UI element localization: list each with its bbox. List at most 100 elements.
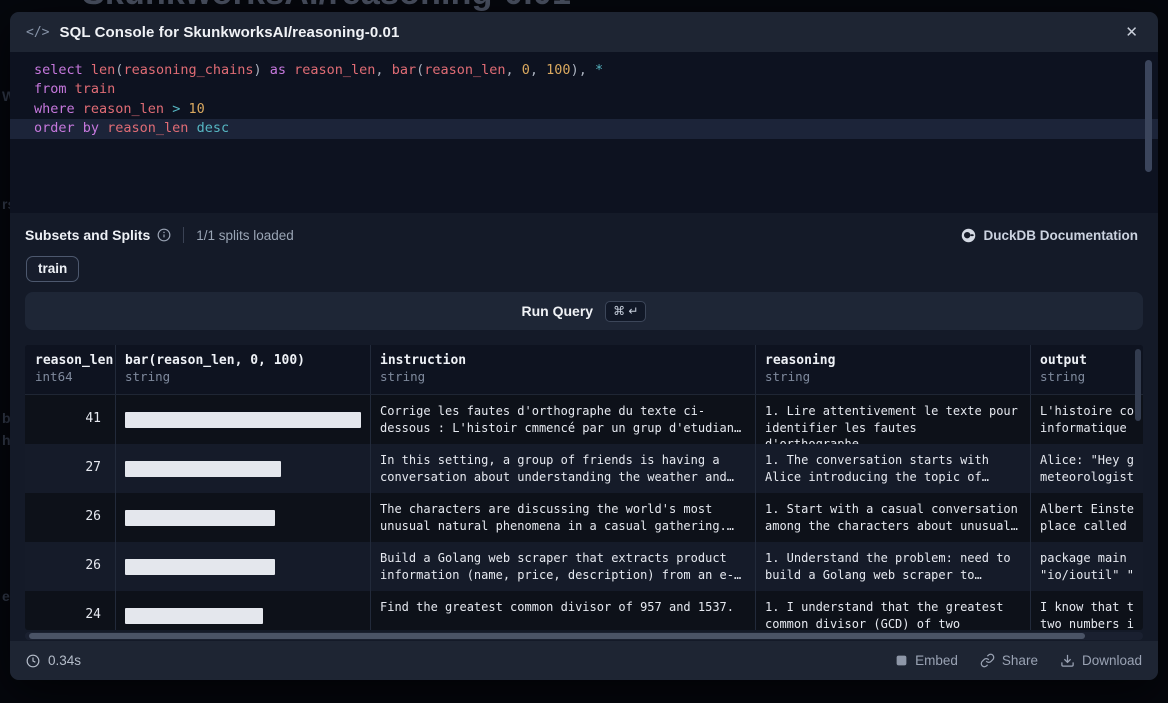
share-label: Share [1002,653,1038,668]
duckdb-icon [961,228,976,243]
bar-rect [125,412,361,428]
sql-token: reason_len [83,101,172,117]
table-row: 26 Build a Golang web scraper that extrac… [25,542,1143,591]
table-body: 41 Corrige les fautes d'orthographe du te… [25,395,1143,630]
horizontal-scrollbar-thumb[interactable] [29,633,1085,639]
sql-editor-lines[interactable]: select len(reasoning_chains) as reason_l… [10,52,1158,139]
sql-editor[interactable]: select len(reasoning_chains) as reason_l… [10,52,1158,213]
column-type: string [765,369,1030,384]
table-header-row: reason_lenint64bar(reason_len, 0, 100)st… [25,345,1143,395]
table-horizontal-scrollbar[interactable] [25,632,1143,640]
run-query-label: Run Query [522,303,594,319]
column-header-reasoning: reasoningstring [755,345,1030,394]
download-icon [1060,653,1075,668]
cell-reasoning: 1. Lire attentivement le texte pour iden… [755,395,1030,444]
shortcut-badge: ⌘ ↵ [605,301,646,322]
download-button[interactable]: Download [1060,653,1142,668]
sql-token: select [34,62,91,78]
cell-output: package main "io/ioutil" " [1030,542,1143,591]
cell-reason-len: 26 [25,542,115,591]
table-row: 41 Corrige les fautes d'orthographe du te… [25,395,1143,444]
table-row: 27In this setting, a group of friends is… [25,444,1143,493]
column-header-instruction: instructionstring [370,345,755,394]
column-name: instruction [380,353,755,368]
subsets-and-splits-row: Subsets and Splits 1/1 splits loaded Duc… [25,224,1138,246]
column-type: string [1040,369,1143,384]
cell-output: Alice: "Hey g meteorologist [1030,444,1143,493]
duration-value: 0.34s [48,653,81,668]
sql-token: * [595,62,603,78]
modal-footer: 0.34s Embed Share Down [10,641,1158,680]
cell-reasoning: 1. I understand that the greatest common… [755,591,1030,630]
embed-button[interactable]: Embed [895,653,958,668]
cell-reason-len: 41 [25,395,115,444]
column-type: string [380,369,755,384]
info-icon[interactable] [157,228,171,242]
cell-instruction: Corrige les fautes d'orthographe du text… [370,395,755,444]
sql-token: , [375,62,391,78]
cell-bar [115,542,370,591]
sql-line[interactable]: from train [10,80,1158,99]
sql-token: reason_len [107,120,196,136]
sql-token: reason_len [424,62,505,78]
cell-instruction: Build a Golang web scraper that extracts… [370,542,755,591]
column-name: reasoning [765,353,1030,368]
column-header-output: outputstring [1030,345,1143,394]
subsets-title: Subsets and Splits [25,227,150,243]
background-text-fragment: e [2,588,10,604]
column-header-bar-reason-len-0-100-: bar(reason_len, 0, 100)string [115,345,370,394]
sql-token: desc [197,120,230,136]
embed-icon [895,654,908,667]
close-icon[interactable]: ✕ [1121,21,1142,43]
sql-token: ), [571,62,595,78]
cell-instruction: Find the greatest common divisor of 957 … [370,591,755,630]
table-row: 26The characters are discussing the worl… [25,493,1143,542]
sql-token: from [34,81,75,97]
sql-token: bar [392,62,416,78]
cell-bar [115,395,370,444]
sql-token: where [34,101,83,117]
query-duration: 0.34s [26,653,81,668]
link-icon [980,653,995,668]
sql-token: ( [416,62,424,78]
column-name: output [1040,353,1143,368]
duckdb-documentation-link[interactable]: DuckDB Documentation [961,228,1138,243]
modal-title: SQL Console for SkunkworksAI/reasoning-0… [59,24,399,41]
column-name: reason_len [35,353,115,368]
column-header-reason-len: reason_lenint64 [25,345,115,394]
sql-token: 10 [188,101,204,117]
cell-reasoning: 1. The conversation starts with Alice in… [755,444,1030,493]
editor-scrollbar[interactable] [1145,60,1152,172]
footer-actions: Embed Share Download [895,653,1142,668]
cell-output: Albert Einste place called [1030,493,1143,542]
sql-line[interactable]: where reason_len > 10 [10,100,1158,119]
cell-bar [115,591,370,630]
sql-token: order by [34,120,107,136]
sql-line[interactable]: select len(reasoning_chains) as reason_l… [10,61,1158,80]
table-row: 24Find the greatest common divisor of 95… [25,591,1143,630]
bar-rect [125,559,275,575]
code-icon: </> [26,25,49,40]
clock-icon [26,654,40,668]
sql-token: > [172,101,188,117]
split-chip-train[interactable]: train [26,256,79,282]
sql-token: reasoning_chains [123,62,253,78]
cell-bar [115,493,370,542]
share-button[interactable]: Share [980,653,1038,668]
column-type: string [125,369,370,384]
sql-token: 0 [522,62,530,78]
embed-label: Embed [915,653,958,668]
cell-reason-len: 26 [25,493,115,542]
sql-token: 100 [546,62,570,78]
sql-line[interactable]: order by reason_len desc [10,119,1158,138]
table-vertical-scrollbar[interactable] [1135,349,1141,421]
sql-token: as [270,62,294,78]
cell-output: I know that t two numbers i [1030,591,1143,630]
results-table: reason_lenint64bar(reason_len, 0, 100)st… [25,345,1143,630]
cell-reasoning: 1. Understand the problem: need to build… [755,542,1030,591]
bar-rect [125,510,275,526]
sql-console-modal: </> SQL Console for SkunkworksAI/reasoni… [10,12,1158,680]
run-query-button[interactable]: Run Query ⌘ ↵ [25,292,1143,330]
sql-token: reason_len [294,62,375,78]
cell-instruction: In this setting, a group of friends is h… [370,444,755,493]
